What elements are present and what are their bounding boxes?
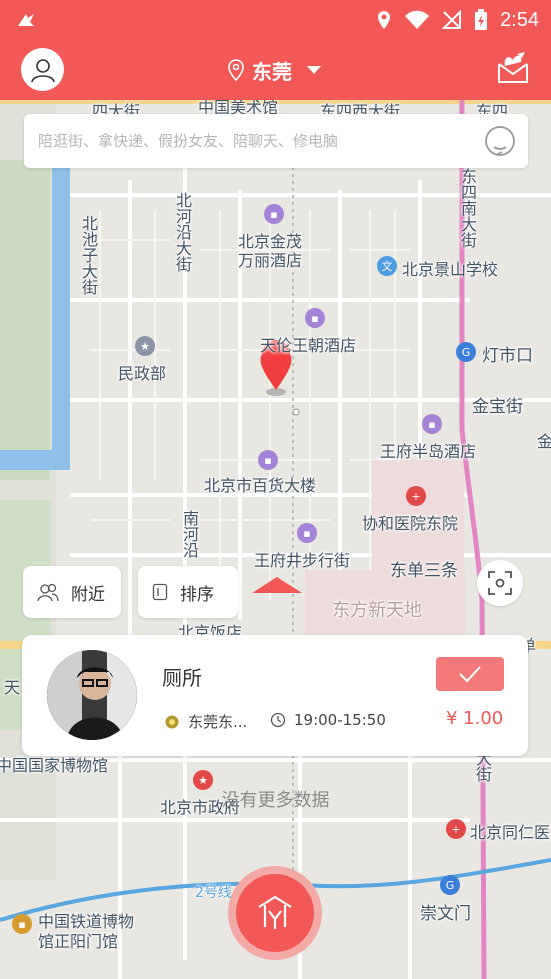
people-icon (37, 583, 59, 602)
user-icon (30, 58, 55, 82)
subway-poi-icon: G (440, 875, 460, 895)
search-input[interactable] (38, 124, 468, 158)
sort-button[interactable]: 排序 (138, 566, 238, 618)
publish-task-button[interactable] (228, 866, 322, 960)
nearby-label: 附近 (71, 584, 105, 605)
task-time: 19:00-15:50 (270, 711, 386, 729)
city-selector[interactable]: 东莞 (226, 54, 324, 86)
hospital-poi-icon: + (406, 486, 426, 506)
map-label: 北京景山学校 (402, 260, 499, 279)
map-label: 东单三条 (390, 561, 458, 581)
sort-icon (152, 583, 168, 601)
battery-charging-icon (475, 9, 488, 30)
address-text: 东莞东... (188, 713, 248, 731)
search-bar (24, 114, 528, 168)
museum-poi-icon: ▪ (12, 914, 32, 934)
subway-poi-icon: G (456, 342, 476, 362)
map-label: 北河沿大街 (173, 192, 192, 272)
map-label: 协和医院东院 (362, 514, 459, 533)
no-signal-icon (442, 10, 462, 29)
task-price: ¥ 1.00 (446, 708, 504, 729)
chevron-down-icon (307, 66, 321, 74)
map-label: 王府井步行街 (254, 551, 351, 570)
map-label: 灯市口 (482, 346, 533, 366)
map-label: 天伦王朝酒店 (260, 336, 357, 355)
nearby-filter-button[interactable]: 附近 (23, 566, 121, 618)
shopping-poi-icon: ▪ (297, 523, 317, 543)
hospital-poi-icon: + (446, 819, 466, 839)
map-label: 崇文门 (420, 904, 471, 924)
app-notification-icon (18, 14, 34, 26)
government-poi-icon: ★ (135, 336, 155, 356)
locate-me-button[interactable] (477, 560, 523, 606)
task-card[interactable]: 厕所 东莞东... 19:00-15:50 ¥ 1.00 (22, 635, 528, 756)
map-label: 东四南大街 (458, 168, 477, 248)
map-label: 北京同仁医 (470, 823, 551, 842)
clock-icon (270, 712, 286, 728)
hotel-poi-icon: ▪ (264, 204, 284, 224)
collapse-panel-button[interactable] (252, 577, 302, 593)
map-label: 北京市百货大楼 (204, 476, 317, 495)
map-label: 北池子大街 (79, 215, 98, 295)
task-title: 厕所 (162, 666, 202, 690)
crosshair-icon (488, 571, 512, 595)
status-bar: 2:54 (0, 0, 551, 40)
map-view[interactable]: ▪ 文 ▪ ★ G ▪ ▪ + ▪ ★ + G ▪ 四大街 中国美术馆 东四西大… (0, 100, 551, 979)
map-label: 金宝街 (472, 397, 523, 417)
top-bar: 东莞 (0, 40, 551, 100)
time-text: 19:00-15:50 (294, 711, 386, 729)
map-label: 馆正阳门馆 (38, 932, 119, 951)
city-label: 东莞 (252, 59, 292, 84)
shopping-poi-icon: ▪ (258, 450, 278, 470)
school-poi-icon: 文 (377, 256, 397, 276)
accept-task-button[interactable] (436, 657, 504, 691)
hotel-poi-icon: ▪ (422, 414, 442, 434)
task-address: 东莞东... (164, 711, 247, 732)
profile-button[interactable] (21, 48, 64, 91)
map-label: 金 (537, 432, 551, 451)
sort-label: 排序 (180, 584, 214, 605)
map-label: 2号线 (195, 885, 232, 901)
map-label: 民政部 (118, 364, 167, 383)
list-end-text: 没有更多数据 (221, 790, 330, 811)
messages-button[interactable] (495, 50, 531, 86)
voice-search-button[interactable] (480, 121, 520, 161)
location-dot-icon (165, 715, 179, 728)
map-label: 南河沿 (180, 510, 199, 558)
map-label: 东方新天地 (332, 600, 422, 621)
map-pin-icon (228, 59, 244, 82)
user-photo (47, 650, 137, 740)
map-label: 王府半岛酒店 (380, 442, 477, 461)
map-label: 万丽酒店 (238, 251, 303, 270)
hotel-poi-icon: ▪ (305, 308, 325, 328)
location-status-icon (378, 11, 391, 29)
clock: 2:54 (500, 8, 539, 31)
map-label: 天 (4, 678, 21, 697)
publish-icon (258, 895, 292, 929)
check-icon (459, 666, 481, 683)
wifi-icon (405, 10, 430, 29)
